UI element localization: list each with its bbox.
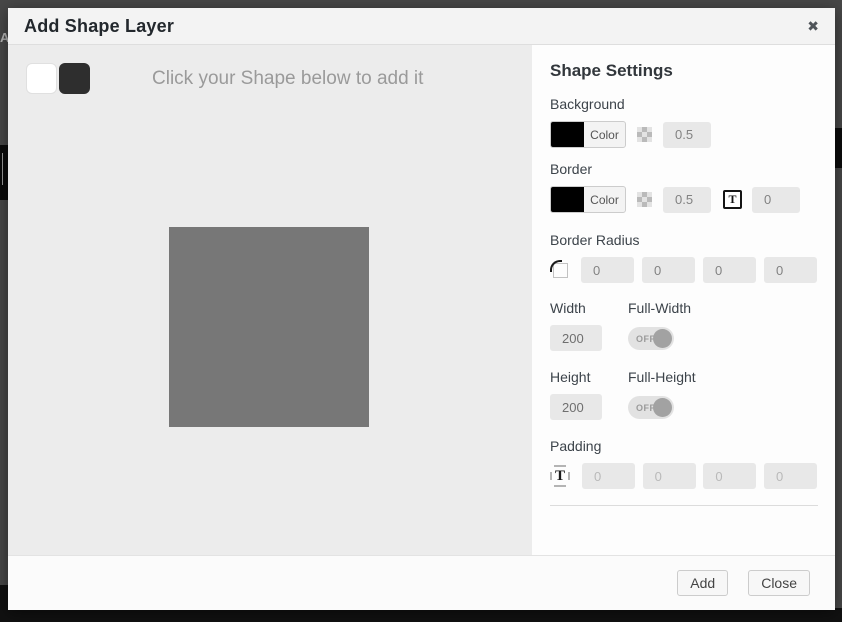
border-width-icon: T — [723, 190, 742, 209]
shape-settings-panel: Shape Settings Background Color Border C… — [532, 45, 835, 555]
full-height-toggle-knob — [653, 398, 672, 417]
border-radius-label: Border Radius — [550, 232, 817, 248]
full-width-toggle[interactable]: OFF — [628, 327, 674, 350]
border-radius-top-right-input[interactable] — [642, 257, 695, 283]
padding-label: Padding — [550, 438, 817, 454]
close-icon[interactable]: ✖ — [807, 19, 819, 33]
padding-icon-letter: T — [555, 468, 565, 485]
close-button[interactable]: Close — [748, 570, 810, 596]
height-label: Height — [550, 369, 628, 385]
border-radius-bottom-left-input[interactable] — [764, 257, 817, 283]
add-button[interactable]: Add — [677, 570, 728, 596]
border-radius-icon-arc — [550, 260, 562, 272]
background-dark-bar-left — [0, 145, 8, 200]
background-bottom-band — [0, 608, 842, 622]
shape-preview-square[interactable] — [169, 227, 369, 427]
width-input[interactable] — [550, 325, 602, 351]
background-color-swatch — [551, 121, 584, 148]
background-color-button[interactable]: Color — [550, 121, 626, 148]
background-page-text: A — [0, 30, 8, 46]
add-shape-layer-dialog: Add Shape Layer ✖ Click your Shape below… — [8, 8, 835, 610]
shape-picker-caption: Click your Shape below to add it — [152, 68, 423, 90]
padding-icon: T — [550, 465, 570, 487]
padding-top-input[interactable] — [582, 463, 635, 489]
height-input[interactable] — [550, 394, 602, 420]
border-radius-row — [550, 257, 817, 283]
padding-row: T — [550, 463, 817, 489]
border-color-button-label: Color — [584, 193, 625, 207]
background-color-button-label: Color — [584, 128, 625, 142]
full-width-toggle-knob — [653, 329, 672, 348]
shape-color-swatches — [26, 63, 90, 94]
background-dark-bar-right — [835, 128, 842, 168]
border-radius-bottom-right-input[interactable] — [703, 257, 756, 283]
border-radius-icon — [550, 260, 571, 281]
swatch-white[interactable] — [26, 63, 57, 94]
settings-divider — [550, 505, 818, 506]
border-opacity-input[interactable] — [663, 187, 711, 213]
border-color-button[interactable]: Color — [550, 186, 626, 213]
transparency-checker-icon — [637, 127, 652, 142]
background-bar-tick — [2, 153, 3, 185]
full-width-label: Full-Width — [628, 300, 691, 316]
full-height-toggle[interactable]: OFF — [628, 396, 674, 419]
width-labels: Width Full-Width — [550, 300, 817, 316]
height-row: OFF — [550, 394, 817, 420]
settings-heading: Shape Settings — [550, 61, 817, 81]
transparency-checker-icon — [637, 192, 652, 207]
border-radius-top-left-input[interactable] — [581, 257, 634, 283]
shape-picker-area: Click your Shape below to add it — [8, 45, 532, 555]
padding-right-input[interactable] — [643, 463, 696, 489]
width-row: OFF — [550, 325, 817, 351]
full-height-label: Full-Height — [628, 369, 696, 385]
padding-bottom-input[interactable] — [703, 463, 756, 489]
dialog-footer: Add Close — [8, 555, 835, 610]
border-row: Color T — [550, 186, 817, 213]
background-row: Color — [550, 121, 817, 148]
border-color-swatch — [551, 186, 584, 213]
border-width-input[interactable] — [752, 187, 800, 213]
height-labels: Height Full-Height — [550, 369, 817, 385]
dialog-title: Add Shape Layer — [24, 16, 174, 37]
swatch-dark[interactable] — [59, 63, 90, 94]
padding-left-input[interactable] — [764, 463, 817, 489]
width-label: Width — [550, 300, 628, 316]
background-opacity-input[interactable] — [663, 122, 711, 148]
border-label: Border — [550, 161, 817, 177]
dialog-header: Add Shape Layer ✖ — [8, 8, 835, 45]
dialog-body: Click your Shape below to add it Shape S… — [8, 45, 835, 555]
background-label: Background — [550, 96, 817, 112]
